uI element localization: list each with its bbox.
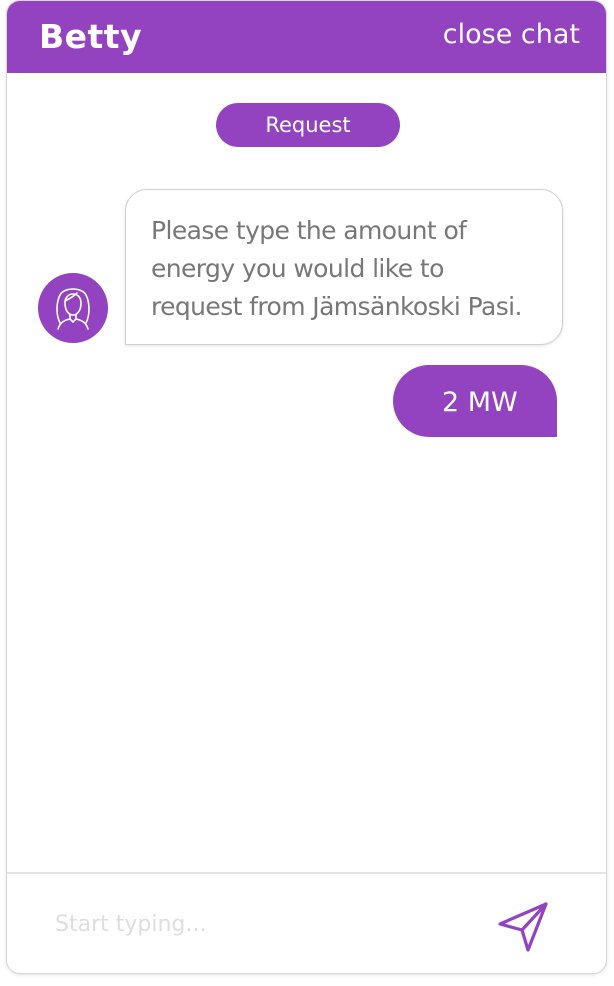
woman-icon — [56, 288, 90, 330]
request-tag: Request — [216, 103, 400, 147]
bot-message-bubble: Please type the amount of energy you wou… — [125, 189, 563, 345]
chat-window: Betty close chat Request Please type the… — [6, 0, 607, 974]
close-chat-button[interactable]: close chat — [443, 19, 580, 50]
user-message-text: 2 MW — [442, 387, 518, 418]
composer — [7, 874, 606, 973]
message-input[interactable] — [55, 904, 455, 944]
bot-avatar — [38, 273, 108, 343]
chat-title: Betty — [39, 17, 143, 56]
user-message-bubble: 2 MW — [393, 365, 557, 437]
bot-message-text: Please type the amount of energy you wou… — [151, 216, 522, 321]
send-button[interactable] — [492, 898, 552, 958]
chat-header: Betty close chat — [7, 1, 606, 73]
send-icon — [498, 902, 548, 952]
